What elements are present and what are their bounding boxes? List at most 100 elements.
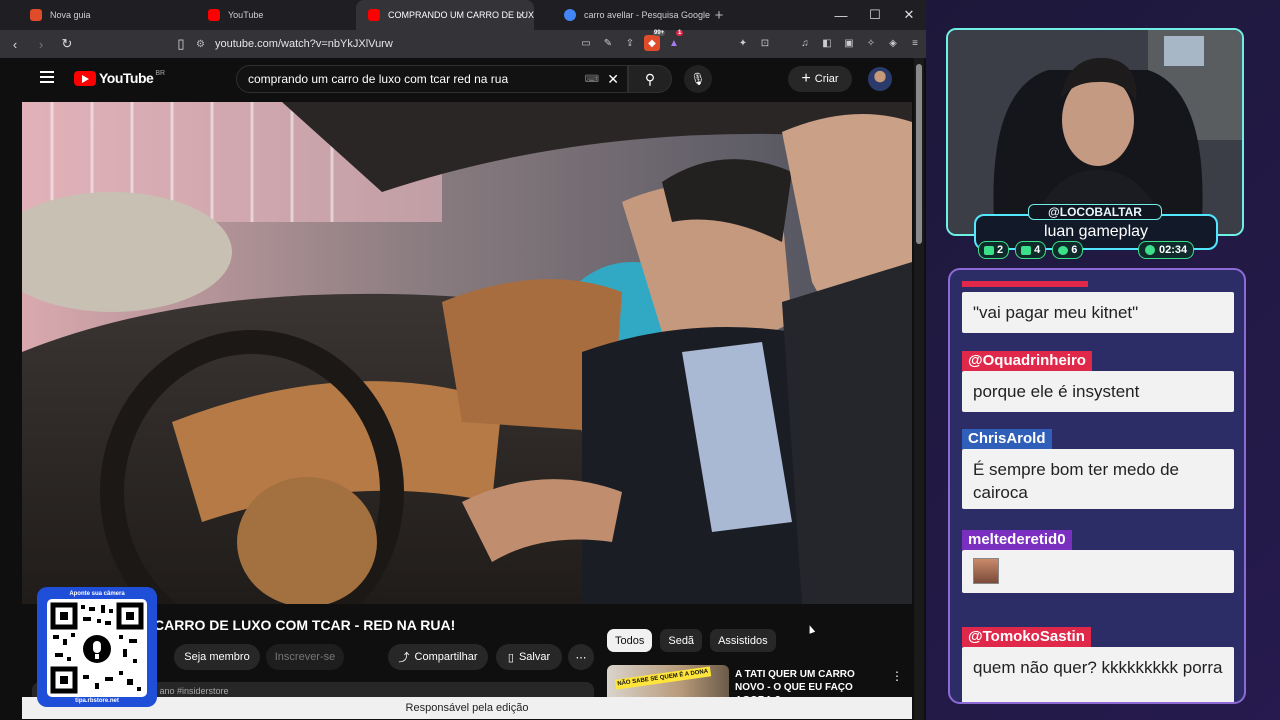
chat-username: meltederetid0 (962, 530, 1072, 550)
emote-icon (973, 558, 999, 584)
close-window-icon[interactable]: ✕ (892, 0, 926, 30)
tab-new[interactable]: Nova guia (0, 0, 178, 30)
chip-all[interactable]: Todos (607, 629, 653, 652)
chip-watched[interactable]: Assistidos (710, 629, 776, 652)
create-button[interactable]: + Criar (788, 66, 852, 92)
rewards-icon[interactable]: ▲ 1 (666, 30, 684, 51)
toolbar-icons: ✦ ⊡ ♫ ◧ ▣ ✧ ◈ ≡ (735, 35, 923, 51)
youtube-icon (368, 9, 380, 21)
reload-icon[interactable]: ↻ (56, 33, 78, 55)
hamburger-icon[interactable] (40, 71, 54, 83)
address-bar[interactable]: ⚙ youtube.com/watch?v=nbYkJXlVurw (196, 34, 624, 54)
site-settings-icon[interactable]: ⚙ (196, 39, 205, 50)
tab-strip: Nova guia YouTube COMPRANDO UM CARRO DE … (0, 0, 926, 30)
url-text: youtube.com/watch?v=nbYkJXlVurw (214, 38, 393, 50)
minimize-icon[interactable]: — (824, 0, 858, 30)
menu-icon[interactable]: ≡ (907, 35, 923, 51)
bookmark-icon: ▯ (507, 651, 514, 664)
discord-count-value: 6 (1071, 244, 1078, 256)
stream-timer: 02:34 (1138, 241, 1195, 259)
chat-username (962, 281, 1088, 287)
scrollbar[interactable] (914, 58, 924, 720)
whatsapp-icon (1145, 245, 1155, 255)
brave-shield-icon[interactable]: ◆ 99+ (644, 30, 666, 51)
tooltip-text: Responsável pela edição (405, 702, 529, 714)
chat-text: "vai pagar meu kitnet" (962, 292, 1234, 333)
share-button[interactable]: ⤴ Compartilhar (388, 644, 488, 670)
screenshot-icon[interactable]: ⊡ (757, 35, 773, 51)
cast-icon[interactable]: ▭ (578, 35, 594, 51)
chat-message: ChrisArold É sempre bom ter medo de cair… (962, 429, 1234, 509)
save-button[interactable]: ▯ Salvar (496, 644, 562, 670)
logo-text: YouTube (99, 70, 154, 86)
more-icon: ⋯ (575, 651, 587, 664)
video-icon (1021, 245, 1032, 255)
music-icon[interactable]: ♫ (797, 35, 813, 51)
tab-label: carro avellar - Pesquisa Google (584, 10, 711, 20)
maximize-icon[interactable]: ☐ (858, 0, 892, 30)
youtube-play-icon (74, 70, 96, 86)
chat-text: quem não quer? kkkkkkkkk porra (962, 647, 1234, 702)
discord-count: 6 (1052, 241, 1084, 259)
sidebar-icon[interactable]: ◧ (819, 35, 835, 51)
youtube-logo[interactable]: YouTube BR (74, 70, 165, 86)
leo-icon[interactable]: ✧ (863, 35, 879, 51)
google-icon (564, 9, 576, 21)
voice-search-button[interactable]: 🎙︎ (684, 65, 712, 93)
youtube-icon (208, 9, 220, 21)
youtube-header: YouTube BR comprando um carro de luxo com… (22, 58, 912, 102)
scrollbar-thumb[interactable] (916, 64, 922, 244)
extensions-icon[interactable]: ✦ (735, 35, 751, 51)
brave-icon (30, 9, 42, 21)
tab-google[interactable]: carro avellar - Pesquisa Google (534, 0, 712, 30)
address-actions: ▭ ✎ ⇪ ◆ 99+ ▲ 1 (578, 30, 684, 51)
discord-icon (1058, 245, 1069, 255)
chat-message: "vai pagar meu kitnet" (962, 274, 1234, 333)
subscribe-button[interactable]: Inscrever-se (266, 644, 344, 670)
chat-message: meltederetid0 (962, 530, 1234, 593)
chat-count-value: 2 (997, 244, 1004, 256)
join-button[interactable]: Seja membro (174, 644, 260, 670)
keyboard-icon[interactable]: ⌨ (585, 74, 599, 85)
back-icon[interactable]: ‹ (4, 33, 26, 55)
handle-text: @LOCOBALTAR (1048, 205, 1142, 219)
search-button[interactable]: ⚲ (628, 65, 672, 93)
edit-icon[interactable]: ✎ (600, 35, 616, 51)
wallet-icon[interactable]: ▣ (841, 35, 857, 51)
more-actions-button[interactable]: ⋯ (568, 644, 594, 670)
qr-pattern (50, 602, 144, 694)
chip-sedan[interactable]: Sedã (660, 629, 703, 652)
kebab-icon[interactable]: ⋮ (891, 669, 903, 683)
share-icon[interactable]: ⇪ (622, 35, 638, 51)
close-icon[interactable]: ✕ (517, 9, 526, 22)
chat-emote-body (962, 550, 1234, 593)
tab-video[interactable]: COMPRANDO UM CARRO DE LUXO ✕ (356, 0, 534, 30)
search-input[interactable]: comprando um carro de luxo com tcar red … (236, 65, 628, 93)
tab-label: Nova guia (50, 10, 91, 20)
chat-text: É sempre bom ter medo de cairoca (962, 449, 1234, 509)
tab-label: COMPRANDO UM CARRO DE LUXO (388, 10, 534, 20)
forward-icon[interactable]: › (30, 33, 52, 55)
mic-icon: 🎙︎ (690, 72, 706, 86)
plus-icon: + (801, 70, 811, 87)
description-meta: 1 ano #insiderstore (152, 686, 229, 696)
related-filter-chips: Todos Sedã Assistidos (607, 629, 776, 652)
avatar[interactable] (868, 67, 892, 91)
video-count: 4 (1015, 241, 1047, 259)
vpn-icon[interactable]: ◈ (885, 35, 901, 51)
video-title-text: CARRO DE LUXO COM TCAR - RED NA RUA! (154, 617, 456, 633)
qr-code-panel: Aponte sua câmera tipa.rbstore.net (37, 587, 157, 707)
bookmark-icon[interactable]: ▯ (170, 33, 192, 55)
chat-icon (984, 245, 994, 255)
video-player[interactable] (22, 102, 912, 604)
search-icon: ⚲ (644, 70, 656, 87)
chat-count: 2 (978, 241, 1010, 259)
stream-stats: 2 4 6 (978, 241, 1084, 259)
qr-code (47, 599, 147, 697)
clear-icon[interactable]: ✕ (607, 71, 619, 88)
tab-youtube[interactable]: YouTube (178, 0, 356, 30)
share-icon: ⤴ (398, 652, 410, 664)
window-controls: — ☐ ✕ (824, 0, 926, 30)
search-value: comprando um carro de luxo com tcar red … (248, 72, 509, 86)
timer-value: 02:34 (1159, 244, 1188, 256)
